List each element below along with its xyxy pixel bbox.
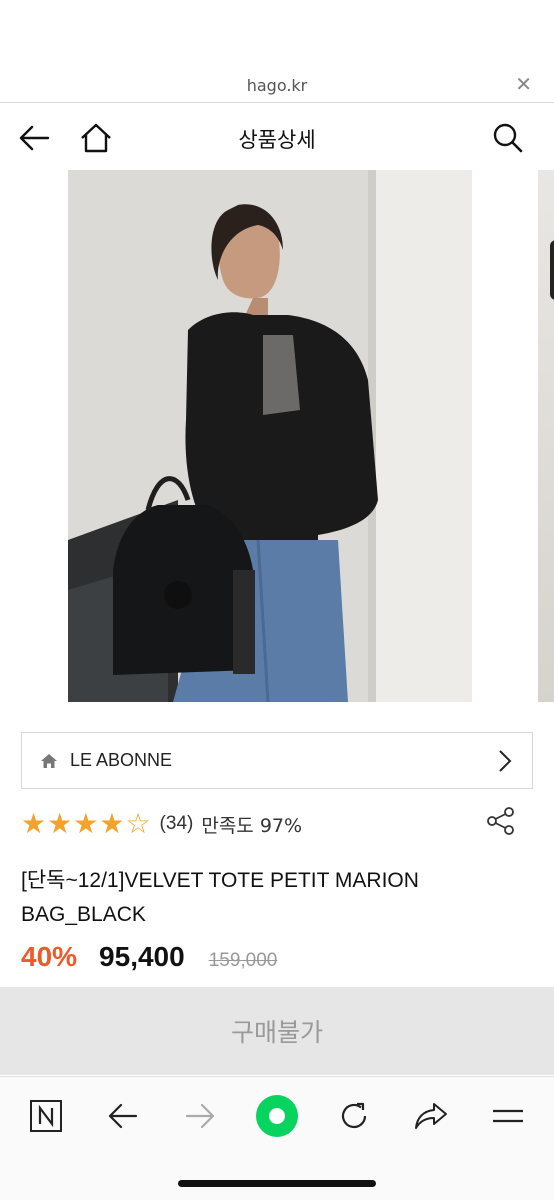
next-photo-peek[interactable] (538, 170, 554, 702)
star-outline-icon: ☆ (125, 807, 151, 840)
discount-rate: 40% (21, 941, 78, 972)
purchase-label: 구매불가 (230, 1018, 323, 1047)
forward-arrow-icon[interactable] (177, 1093, 223, 1139)
sale-price: 95,400 (99, 941, 185, 972)
star-icon: ★ (73, 807, 99, 840)
star-icon: ★ (21, 807, 47, 840)
star-icon: ★ (99, 807, 125, 840)
home-indicator (178, 1180, 376, 1187)
chevron-right-icon (498, 749, 512, 777)
star-rating: ★ ★ ★ ★ ☆ (21, 810, 152, 838)
menu-icon[interactable] (485, 1093, 531, 1139)
home-icon (40, 751, 60, 771)
rating-row[interactable]: ★ ★ ★ ★ ☆ (34) 만족도 97% (21, 808, 302, 840)
original-price: 159,000 (208, 950, 278, 971)
search-icon[interactable] (490, 120, 526, 156)
refresh-icon[interactable] (331, 1093, 377, 1139)
back-arrow-icon[interactable] (100, 1093, 146, 1139)
close-icon[interactable]: ✕ (515, 72, 532, 96)
share-arrow-icon[interactable] (408, 1093, 454, 1139)
product-photo[interactable] (68, 170, 472, 702)
satisfaction: 만족도 97% (201, 814, 303, 837)
brand-link[interactable]: LE ABONNE (21, 732, 533, 789)
review-count[interactable]: (34) (160, 813, 194, 835)
brand-name: LE ABONNE (70, 750, 173, 770)
page-title: 상품상세 (238, 128, 316, 152)
star-icon: ★ (47, 807, 73, 840)
price-row: 40% 95,400 159,000 (21, 941, 277, 973)
purchase-button[interactable]: 구매불가 (0, 987, 554, 1075)
green-dot-icon[interactable] (254, 1093, 300, 1139)
product-image-gallery[interactable] (0, 170, 554, 702)
share-icon[interactable] (486, 806, 516, 836)
naver-n-icon[interactable] (23, 1093, 69, 1139)
browser-url-bar: hago.kr ✕ (0, 0, 554, 103)
page-header: 상품상세 (0, 104, 554, 170)
product-title: [단독~12/1]VELVET TOTE PETIT MARION BAG_BL… (21, 869, 419, 926)
url-domain[interactable]: hago.kr (0, 76, 554, 95)
